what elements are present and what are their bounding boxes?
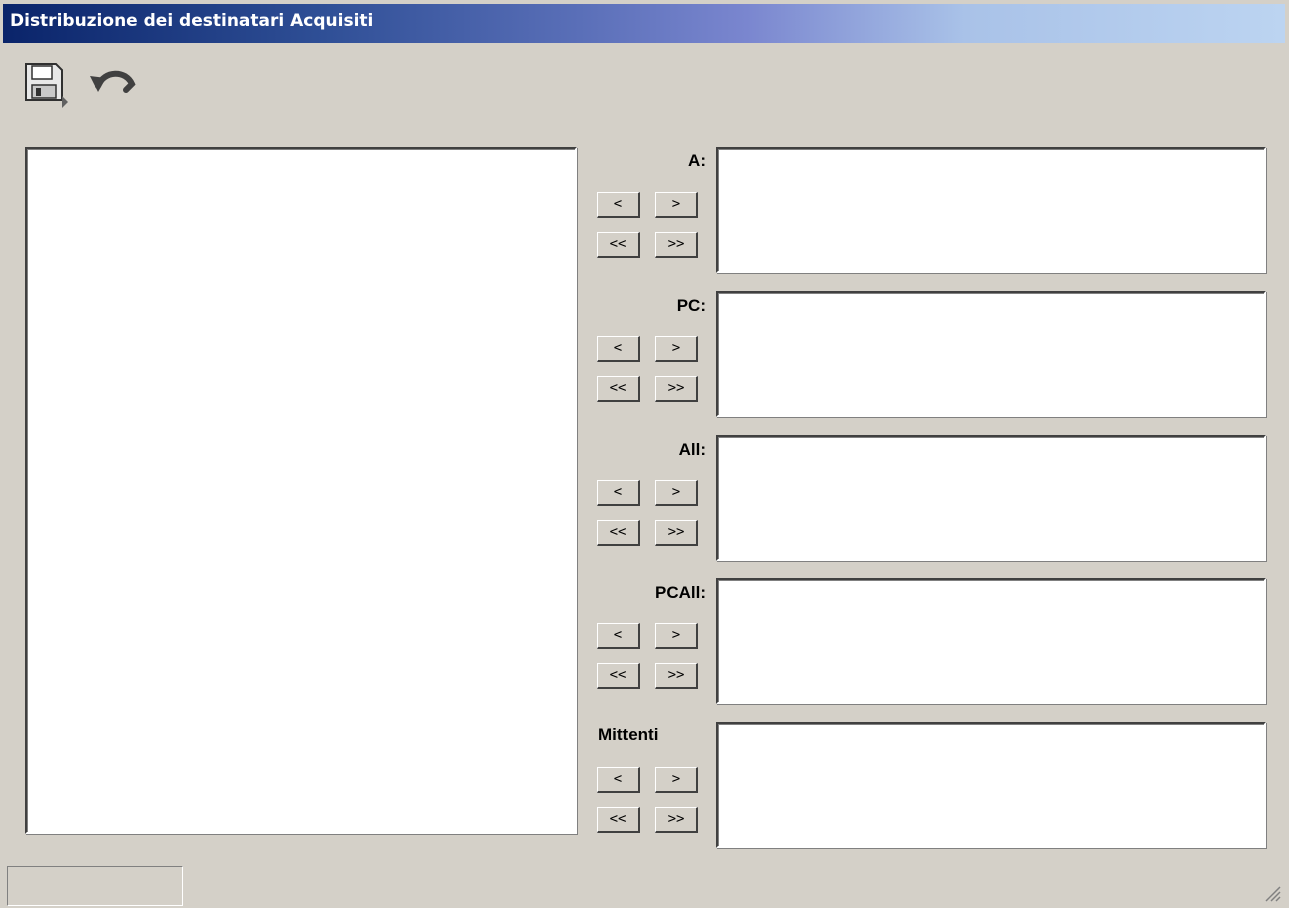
undo-icon[interactable]	[84, 58, 140, 108]
title-bar: Distribuzione dei destinatari Acquisiti	[3, 4, 1285, 43]
label-pcall: PCAll:	[655, 583, 706, 602]
move-right-a-button[interactable]: >	[655, 192, 698, 218]
move-left-pcall-button[interactable]: <	[597, 623, 640, 649]
move-all-left-a-button[interactable]: <<	[597, 232, 640, 258]
move-all-right-all-button[interactable]: >>	[655, 520, 698, 546]
move-all-right-mittenti-button[interactable]: >>	[655, 807, 698, 833]
list-all[interactable]	[716, 435, 1266, 561]
move-all-right-a-button[interactable]: >>	[655, 232, 698, 258]
list-mittenti[interactable]	[716, 722, 1266, 848]
move-all-right-pc-button[interactable]: >>	[655, 376, 698, 402]
move-left-pc-button[interactable]: <	[597, 336, 640, 362]
list-pc[interactable]	[716, 291, 1266, 417]
move-left-mittenti-button[interactable]: <	[597, 767, 640, 793]
label-a: A:	[688, 151, 706, 170]
move-right-pcall-button[interactable]: >	[655, 623, 698, 649]
resize-grip-icon[interactable]	[1263, 884, 1281, 902]
move-left-a-button[interactable]: <	[597, 192, 640, 218]
list-a[interactable]	[716, 147, 1266, 273]
move-right-pc-button[interactable]: >	[655, 336, 698, 362]
label-all: All:	[678, 440, 706, 459]
save-icon[interactable]	[18, 58, 68, 108]
move-all-left-all-button[interactable]: <<	[597, 520, 640, 546]
label-mittenti: Mittenti	[598, 725, 659, 744]
status-panel	[7, 866, 183, 906]
window-title: Distribuzione dei destinatari Acquisiti	[10, 11, 374, 31]
move-right-mittenti-button[interactable]: >	[655, 767, 698, 793]
label-pc: PC:	[676, 296, 706, 315]
available-recipients-list[interactable]	[25, 147, 577, 834]
move-all-left-mittenti-button[interactable]: <<	[597, 807, 640, 833]
list-pcall[interactable]	[716, 578, 1266, 704]
move-all-left-pc-button[interactable]: <<	[597, 376, 640, 402]
move-all-left-pcall-button[interactable]: <<	[597, 663, 640, 689]
move-all-right-pcall-button[interactable]: >>	[655, 663, 698, 689]
move-right-all-button[interactable]: >	[655, 480, 698, 506]
move-left-all-button[interactable]: <	[597, 480, 640, 506]
